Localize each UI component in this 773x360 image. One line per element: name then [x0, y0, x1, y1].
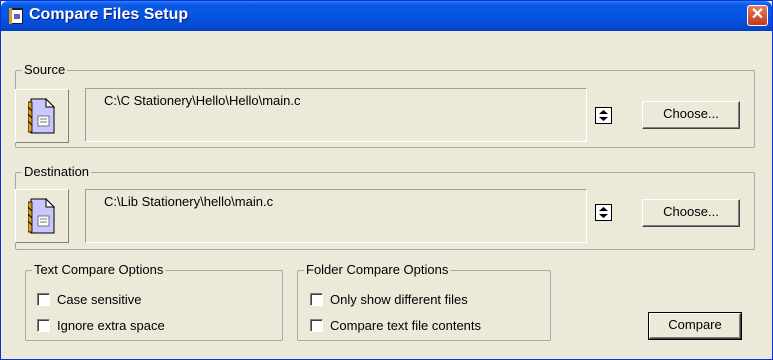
only-show-different-files-label[interactable]: Only show different files — [330, 292, 468, 307]
document-icon — [28, 198, 56, 234]
up-down-arrows-icon — [599, 110, 608, 121]
window-title: Compare Files Setup — [29, 6, 189, 23]
compare-text-file-contents-checkbox[interactable] — [310, 319, 323, 332]
case-sensitive-label[interactable]: Case sensitive — [57, 292, 142, 307]
destination-history-spinner[interactable] — [595, 204, 612, 221]
title-bar[interactable]: Compare Files Setup ✕ — [1, 1, 772, 31]
compare-button[interactable]: Compare — [648, 312, 742, 340]
text-compare-options-legend: Text Compare Options — [34, 262, 164, 277]
source-history-spinner[interactable] — [595, 107, 612, 124]
document-icon — [28, 98, 56, 134]
case-sensitive-checkbox[interactable] — [37, 293, 50, 306]
source-choose-button[interactable]: Choose... — [642, 101, 740, 129]
close-icon: ✕ — [750, 6, 765, 23]
source-file-icon-box — [15, 89, 69, 143]
only-show-different-files-checkbox[interactable] — [310, 293, 323, 306]
destination-path-text: C:\Lib Stationery\hello\main.c — [104, 194, 274, 209]
source-path-display: C:\C Stationery\Hello\Hello\main.c — [85, 88, 587, 142]
source-legend: Source — [24, 62, 66, 77]
ignore-extra-space-label[interactable]: Ignore extra space — [57, 318, 165, 333]
destination-choose-button[interactable]: Choose... — [642, 199, 740, 227]
up-down-arrows-icon — [599, 207, 608, 218]
destination-legend: Destination — [24, 164, 90, 179]
compare-text-file-contents-label[interactable]: Compare text file contents — [330, 318, 481, 333]
close-button[interactable]: ✕ — [747, 5, 768, 26]
ignore-extra-space-checkbox[interactable] — [37, 319, 50, 332]
folder-compare-options-legend: Folder Compare Options — [306, 262, 449, 277]
compare-files-setup-window: Compare Files Setup ✕ Source C:\C Statio… — [0, 0, 773, 360]
destination-file-icon-box — [15, 189, 69, 243]
source-path-text: C:\C Stationery\Hello\Hello\main.c — [104, 93, 301, 108]
destination-path-display: C:\Lib Stationery\hello\main.c — [85, 189, 587, 243]
app-icon — [9, 8, 23, 24]
